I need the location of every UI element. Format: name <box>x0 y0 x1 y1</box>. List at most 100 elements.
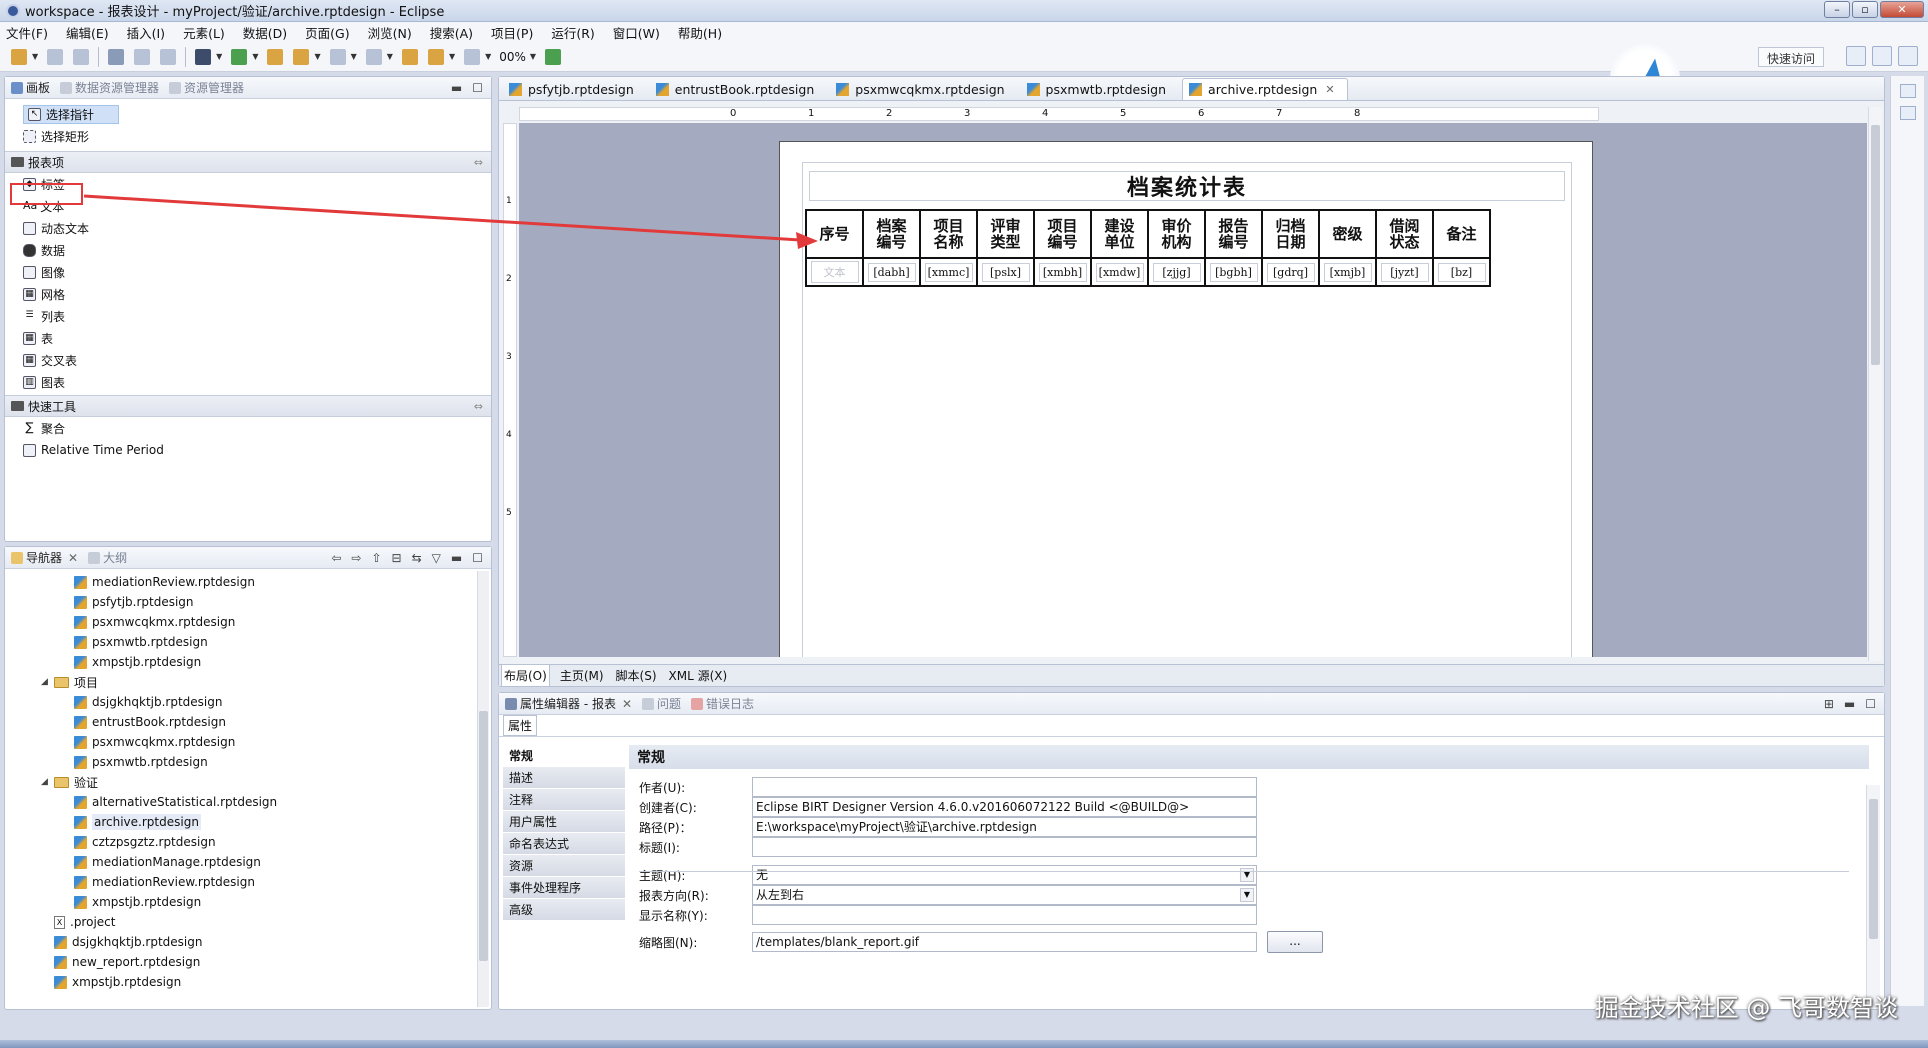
property-category[interactable]: 注释 <box>503 789 625 811</box>
table-cell[interactable]: [xmjb] <box>1318 257 1377 287</box>
tree-file[interactable]: X .project <box>5 912 491 932</box>
minimize-button[interactable]: – <box>1824 1 1850 18</box>
tab-master-page[interactable]: 主页(M) <box>558 665 606 686</box>
tree-file[interactable]: psfytjb.rptdesign <box>5 592 491 612</box>
palette-item-grid[interactable]: ▦ 网格 <box>5 283 491 305</box>
menu-data[interactable]: 数据(D) <box>243 23 287 42</box>
tree-file[interactable]: psxmwtb.rptdesign <box>5 632 491 652</box>
table-cell[interactable]: [xmdw] <box>1090 257 1149 287</box>
tree-file[interactable]: alternativeStatistical.rptdesign <box>5 792 491 812</box>
pin-icon[interactable] <box>545 48 562 65</box>
next-annotation-icon[interactable] <box>329 48 346 65</box>
pen-icon[interactable] <box>293 48 310 65</box>
report-items-drawer[interactable]: 报表项 ⇔ <box>5 151 491 173</box>
property-input[interactable]: /templates/blank_report.gif <box>752 932 1257 952</box>
table-cell[interactable]: [zjjg] <box>1147 257 1206 287</box>
back-history-icon[interactable] <box>427 48 444 65</box>
report-table[interactable]: 序号 档案 编号 项目 名称 评审 类型 项目 编号 建设 单位 审价 机构 报告 编号 归档 … <box>805 209 1491 287</box>
menu-project[interactable]: 项目(P) <box>491 23 533 42</box>
property-category[interactable]: 事件处理程序 <box>503 877 625 899</box>
tree-folder[interactable]: ◢ 验证 <box>5 772 491 792</box>
editor-tab[interactable]: archive.rptdesign ✕ <box>1182 78 1348 100</box>
forward-nav-icon[interactable]: ⇨ <box>351 551 361 565</box>
dropdown-arrow-icon[interactable]: ▼ <box>32 52 38 61</box>
palette-item-crosstab[interactable]: ▦ 交叉表 <box>5 349 491 371</box>
table-cell[interactable]: [bz] <box>1432 257 1491 287</box>
maximize-icon[interactable]: ☐ <box>472 81 483 95</box>
new-icon[interactable] <box>11 48 27 65</box>
minimize-icon[interactable]: ▬ <box>1844 697 1855 711</box>
tab-resource-explorer[interactable]: 资源管理器 <box>169 79 244 96</box>
print-icon[interactable] <box>108 48 125 65</box>
column-header[interactable]: 评审 类型 <box>976 209 1035 259</box>
browse-button[interactable]: ... <box>1267 931 1323 953</box>
close-tab-icon[interactable]: ✕ <box>1325 83 1334 96</box>
save-icon[interactable] <box>47 48 64 65</box>
scrollbar-thumb[interactable] <box>1871 125 1880 365</box>
property-category[interactable]: 描述 <box>503 767 625 789</box>
column-header[interactable]: 建设 单位 <box>1090 209 1149 259</box>
property-category[interactable]: 用户属性 <box>503 811 625 833</box>
editor-tab[interactable]: entrustBook.rptdesign <box>650 78 827 100</box>
maximize-icon[interactable]: ☐ <box>1865 697 1876 711</box>
table-cell[interactable]: [xmbh] <box>1033 257 1092 287</box>
restore-icon[interactable]: ⊞ <box>1824 697 1834 711</box>
palette-item-aggregation[interactable]: ∑ 聚合 <box>5 417 491 439</box>
tool-select-pointer[interactable]: ↖ 选择指针 <box>19 103 491 125</box>
undo-icon[interactable] <box>134 48 151 65</box>
editor-tab[interactable]: psxmwcqkmx.rptdesign <box>830 78 1016 100</box>
menu-insert[interactable]: 插入(I) <box>127 23 165 42</box>
close-tab-icon[interactable]: ✕ <box>622 697 632 711</box>
chevron-down-icon[interactable]: ▼ <box>1240 888 1254 902</box>
layout-canvas[interactable]: 档案统计表 序号 档案 编号 项目 名称 评审 类型 项目 编号 建设 单位 审价 机构 报告… <box>519 123 1867 657</box>
table-cell[interactable]: [xmmc] <box>919 257 978 287</box>
tree-file[interactable]: mediationReview.rptdesign <box>5 872 491 892</box>
palette-item-chart[interactable]: ▥ 图表 <box>5 371 491 393</box>
column-header[interactable]: 项目 编号 <box>1033 209 1092 259</box>
menu-file[interactable]: 文件(F) <box>6 23 48 42</box>
menu-run[interactable]: 运行(R) <box>551 23 594 42</box>
forward-icon[interactable] <box>464 48 481 65</box>
tree-file[interactable]: xmpstjb.rptdesign <box>5 972 491 992</box>
menu-search[interactable]: 搜索(A) <box>430 23 473 42</box>
tab-properties[interactable]: 属性 <box>503 715 538 736</box>
tool-select-rectangle[interactable]: 选择矩形 <box>5 125 491 147</box>
back-icon[interactable] <box>401 48 418 65</box>
tree-file[interactable]: mediationReview.rptdesign <box>5 572 491 592</box>
minimize-icon[interactable]: ▬ <box>451 81 462 95</box>
property-combo[interactable]: 从左到右 ▼ <box>752 885 1257 905</box>
tree-file[interactable]: xmpstjb.rptdesign <box>5 652 491 672</box>
tab-outline[interactable]: 大纲 <box>88 549 127 566</box>
debug-icon[interactable] <box>231 48 248 65</box>
tab-error-log[interactable]: 错误日志 <box>691 695 754 712</box>
tree-file[interactable]: new_report.rptdesign <box>5 952 491 972</box>
tree-expand-icon[interactable]: ◢ <box>41 677 51 687</box>
table-cell[interactable]: [jyzt] <box>1375 257 1434 287</box>
menu-window[interactable]: 窗口(W) <box>613 23 660 42</box>
quick-tools-drawer[interactable]: 快速工具 ⇔ <box>5 395 491 417</box>
property-input[interactable] <box>752 837 1257 857</box>
tree-file[interactable]: psxmwcqkmx.rptdesign <box>5 612 491 632</box>
column-header[interactable]: 报告 编号 <box>1204 209 1263 259</box>
open-perspective-icon[interactable] <box>1846 46 1866 66</box>
property-category[interactable]: 常规 <box>503 745 625 767</box>
collapse-icon[interactable]: ⇔ <box>474 400 483 413</box>
property-input[interactable] <box>752 777 1257 797</box>
property-category[interactable]: 高级 <box>503 899 625 921</box>
property-scrollbar[interactable] <box>1866 785 1880 1009</box>
close-tab-icon[interactable]: ✕ <box>68 551 78 565</box>
tree-file[interactable]: xmpstjb.rptdesign <box>5 892 491 912</box>
scrollbar-thumb[interactable] <box>1869 799 1878 939</box>
menu-page[interactable]: 页面(G) <box>305 23 349 42</box>
menu-navigate[interactable]: 浏览(N) <box>368 23 412 42</box>
tree-expand-icon[interactable]: ◢ <box>41 777 51 787</box>
property-input[interactable]: E:\workspace\myProject\验证\archive.rptdes… <box>752 817 1257 837</box>
tab-palette[interactable]: 画板 <box>11 79 50 96</box>
palette-item-dynamic-text[interactable]: 动态文本 <box>5 217 491 239</box>
link-editor-icon[interactable]: ⇆ <box>412 551 422 565</box>
outline-trim-icon[interactable] <box>1899 84 1916 98</box>
property-input[interactable] <box>752 905 1257 925</box>
tree-file[interactable]: psxmwcqkmx.rptdesign <box>5 732 491 752</box>
column-header[interactable]: 审价 机构 <box>1147 209 1206 259</box>
maximize-icon[interactable]: ☐ <box>472 551 483 565</box>
